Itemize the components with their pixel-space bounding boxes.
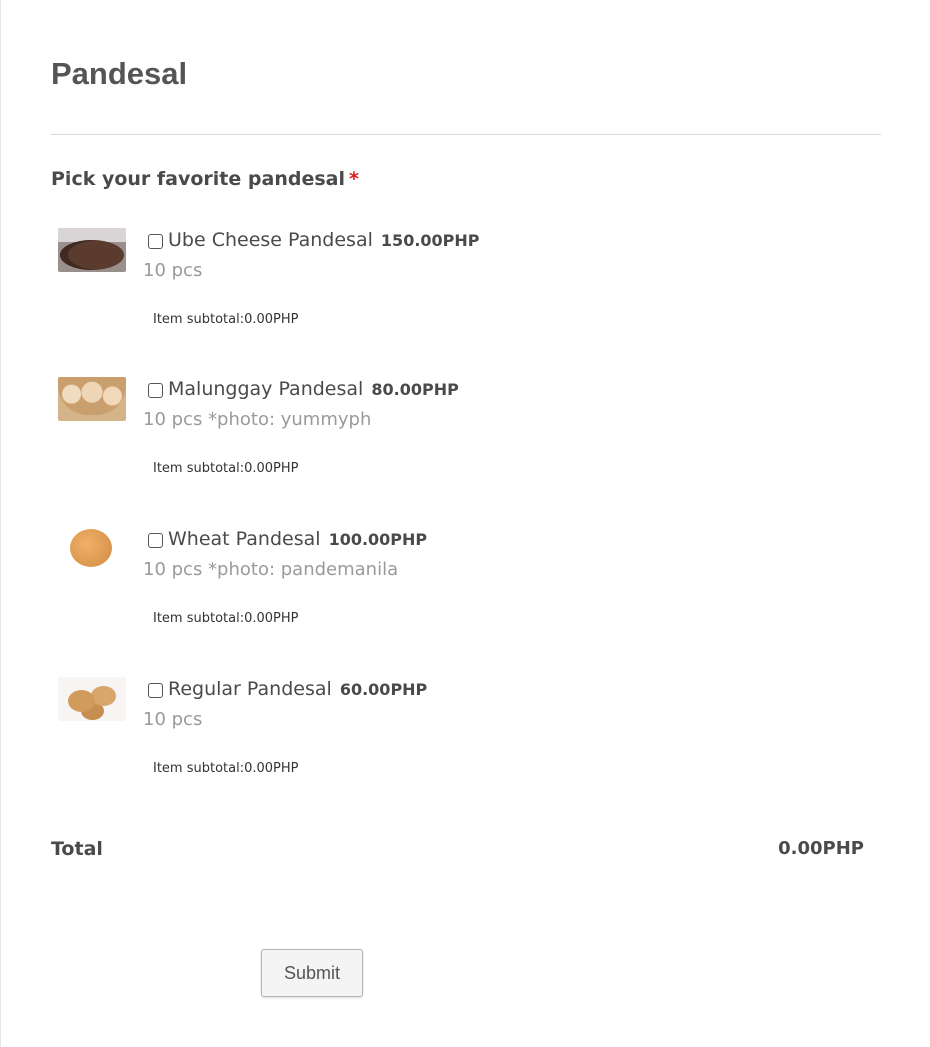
item-subtotal: Item subtotal:0.00PHP [153,611,299,626]
product-price: 100.00PHP [328,530,428,549]
form-title: Pandesal [51,56,188,91]
submit-button[interactable]: Submit [261,949,363,997]
product-description: 10 pcs *photo: yummyph [143,409,372,430]
product-option-ube-cheese[interactable]: Ube Cheese Pandesal 150.00PHP 10 pcs Ite… [51,228,881,358]
product-checkbox[interactable] [148,683,163,698]
product-checkbox[interactable] [148,383,163,398]
product-name-line[interactable]: Regular Pandesal 60.00PHP [168,678,427,700]
product-option-regular[interactable]: Regular Pandesal 60.00PHP 10 pcs Item su… [51,677,881,807]
malunggay-pandesal-image [58,377,126,421]
item-subtotal: Item subtotal:0.00PHP [153,312,299,327]
product-name-line[interactable]: Ube Cheese Pandesal 150.00PHP [168,229,480,251]
product-checkbox[interactable] [148,533,163,548]
order-form: Pandesal Pick your favorite pandesal * Ub… [51,0,881,1047]
product-description: 10 pcs [143,709,203,730]
question-label: Pick your favorite pandesal * [51,168,359,190]
product-description: 10 pcs [143,260,203,281]
product-name-line[interactable]: Wheat Pandesal 100.00PHP [168,528,427,550]
product-name: Wheat Pandesal [168,528,321,550]
ube-cheese-pandesal-image [58,228,126,272]
total-value: 0.00PHP [778,838,864,859]
product-name: Regular Pandesal [168,678,332,700]
product-name: Ube Cheese Pandesal [168,229,373,251]
product-name: Malunggay Pandesal [168,378,364,400]
product-description: 10 pcs *photo: pandemanila [143,559,399,580]
page-left-border [0,0,1,1047]
regular-pandesal-image [58,677,126,721]
product-option-wheat[interactable]: Wheat Pandesal 100.00PHP 10 pcs *photo: … [51,527,881,657]
product-price: 150.00PHP [380,231,480,250]
wheat-pandesal-image [58,527,126,571]
product-price: 80.00PHP [371,380,459,399]
item-subtotal: Item subtotal:0.00PHP [153,761,299,776]
product-price: 60.00PHP [339,680,428,699]
product-checkbox[interactable] [148,234,163,249]
question-text: Pick your favorite pandesal [51,168,345,190]
item-subtotal: Item subtotal:0.00PHP [153,461,299,476]
title-divider [51,134,881,135]
product-option-malunggay[interactable]: Malunggay Pandesal 80.00PHP 10 pcs *phot… [51,377,881,507]
total-label: Total [51,838,103,860]
required-asterisk: * [348,168,359,190]
product-name-line[interactable]: Malunggay Pandesal 80.00PHP [168,378,459,400]
